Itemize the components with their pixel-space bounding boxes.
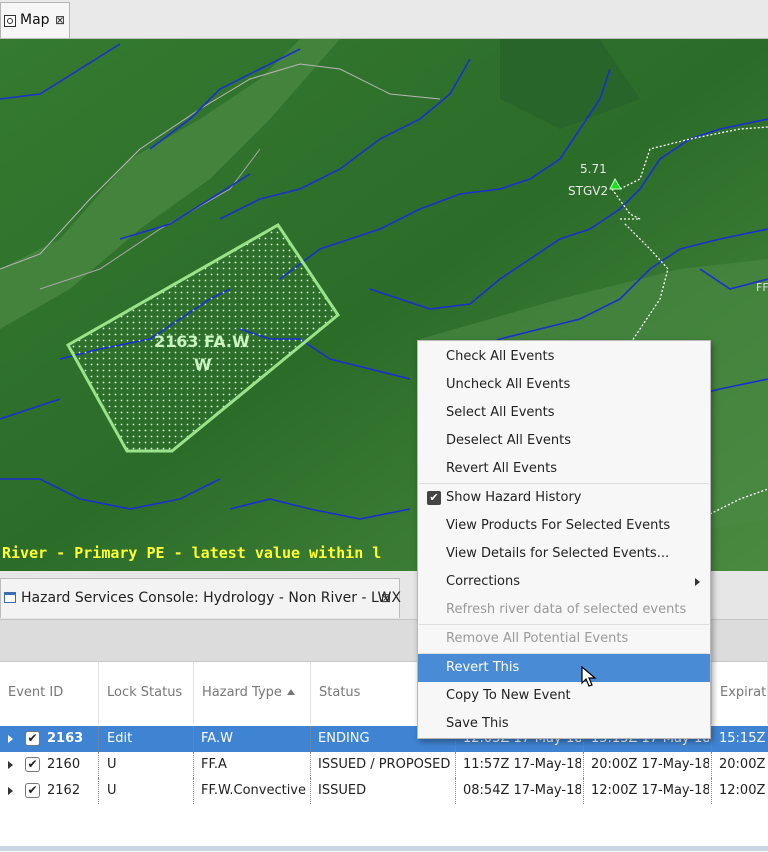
- map-tab-label: Map: [20, 12, 50, 28]
- end-time: 12:00Z 17-May-18: [591, 783, 709, 798]
- column-header-expiration[interactable]: Expirati: [712, 662, 768, 724]
- lock-status: U: [107, 757, 117, 772]
- expand-row-icon[interactable]: [8, 787, 13, 795]
- hazard-type: FF.A: [201, 757, 227, 772]
- console-bottom-border: [0, 846, 768, 851]
- map-tab-bar: [0, 0, 768, 39]
- hazard-label-wrap: W: [194, 355, 212, 374]
- event-checkbox[interactable]: ✔: [25, 783, 40, 798]
- expiration: 20:00Z: [719, 757, 766, 772]
- column-header-hazard-type[interactable]: Hazard Type: [194, 662, 311, 724]
- map-view-icon: [4, 15, 16, 27]
- expand-row-icon[interactable]: [8, 761, 13, 769]
- hazard-type: FA.W: [201, 731, 233, 746]
- menu-item-save-this[interactable]: Save This: [418, 710, 710, 738]
- console-tab[interactable]: Hazard Services Console: Hydrology - Non…: [0, 578, 401, 618]
- menu-item-deselect-all-events[interactable]: Deselect All Events: [418, 427, 710, 455]
- menu-item-select-all-events[interactable]: Select All Events: [418, 399, 710, 427]
- event-id: 2162: [47, 783, 81, 798]
- sort-ascending-icon: [286, 689, 295, 695]
- menu-item-check-all-events[interactable]: Check All Events: [418, 343, 710, 371]
- event-checkbox[interactable]: ✔: [25, 731, 40, 746]
- console-tab-label: Hazard Services Console: Hydrology - Non…: [21, 590, 401, 606]
- column-header-event-id[interactable]: Event ID: [0, 662, 99, 724]
- menu-item-refresh-river-data: Refresh river data of selected events: [446, 602, 687, 617]
- hazard-label: 2163 FA.W: [154, 332, 250, 351]
- map-tab[interactable]: Map ⊠: [0, 2, 70, 38]
- menu-item-remove-all-potential-events: Remove All Potential Events: [446, 631, 629, 646]
- menu-item-uncheck-all-events[interactable]: Uncheck All Events: [418, 371, 710, 399]
- menu-item-revert-all-events[interactable]: Revert All Events: [418, 455, 710, 483]
- expiration: 15:15Z: [719, 731, 766, 746]
- menu-item-label: Show Hazard History: [446, 490, 582, 505]
- menu-item-corrections[interactable]: Corrections: [418, 568, 710, 596]
- close-icon[interactable]: ⊠: [55, 13, 65, 27]
- context-menu: Check All Events Uncheck All Events Sele…: [417, 340, 711, 739]
- checkmark-icon: ✔: [427, 491, 441, 505]
- event-id: 2160: [47, 757, 81, 772]
- close-icon[interactable]: ⊠: [381, 591, 391, 605]
- edge-label: FF: [756, 281, 768, 294]
- menu-item-view-products[interactable]: View Products For Selected Events: [418, 512, 710, 540]
- table-row[interactable]: ✔ 2162 U FF.W.Convective ISSUED 08:54Z 1…: [0, 778, 768, 804]
- menu-item-copy-to-new-event[interactable]: Copy To New Event: [418, 682, 710, 710]
- menu-item-view-details[interactable]: View Details for Selected Events...: [418, 540, 710, 568]
- issue-time: 11:57Z 17-May-18: [463, 757, 581, 772]
- expiration: 12:00Z: [719, 783, 766, 798]
- lock-status: U: [107, 783, 117, 798]
- expand-row-icon[interactable]: [8, 735, 13, 743]
- column-header-lock-status[interactable]: Lock Status: [99, 662, 194, 724]
- status: ISSUED: [318, 783, 367, 798]
- submenu-arrow-icon: [695, 578, 700, 586]
- event-id: 2163: [47, 731, 84, 746]
- status: ISSUED / PROPOSED: [318, 757, 451, 772]
- table-row[interactable]: ✔ 2160 U FF.A ISSUED / PROPOSED 11:57Z 1…: [0, 752, 768, 778]
- hazard-type: FF.W.Convective: [201, 783, 307, 798]
- event-checkbox[interactable]: ✔: [25, 757, 40, 772]
- mouse-cursor-icon: [581, 666, 597, 687]
- lock-status: Edit: [107, 731, 133, 746]
- end-time: 20:00Z 17-May-18: [591, 757, 709, 772]
- menu-item-label: Corrections: [446, 574, 521, 589]
- gauge-value: 5.71: [580, 162, 607, 176]
- issue-time: 08:54Z 17-May-18: [463, 783, 581, 798]
- gauge-id: STGV2: [568, 184, 609, 198]
- map-status-line: River - Primary PE - latest value within…: [2, 544, 382, 562]
- menu-item-revert-this[interactable]: Revert This: [418, 654, 710, 682]
- hazard-type-label: Hazard Type: [202, 685, 282, 700]
- window-icon: [4, 592, 16, 603]
- menu-item-show-hazard-history[interactable]: ✔ Show Hazard History: [418, 484, 710, 512]
